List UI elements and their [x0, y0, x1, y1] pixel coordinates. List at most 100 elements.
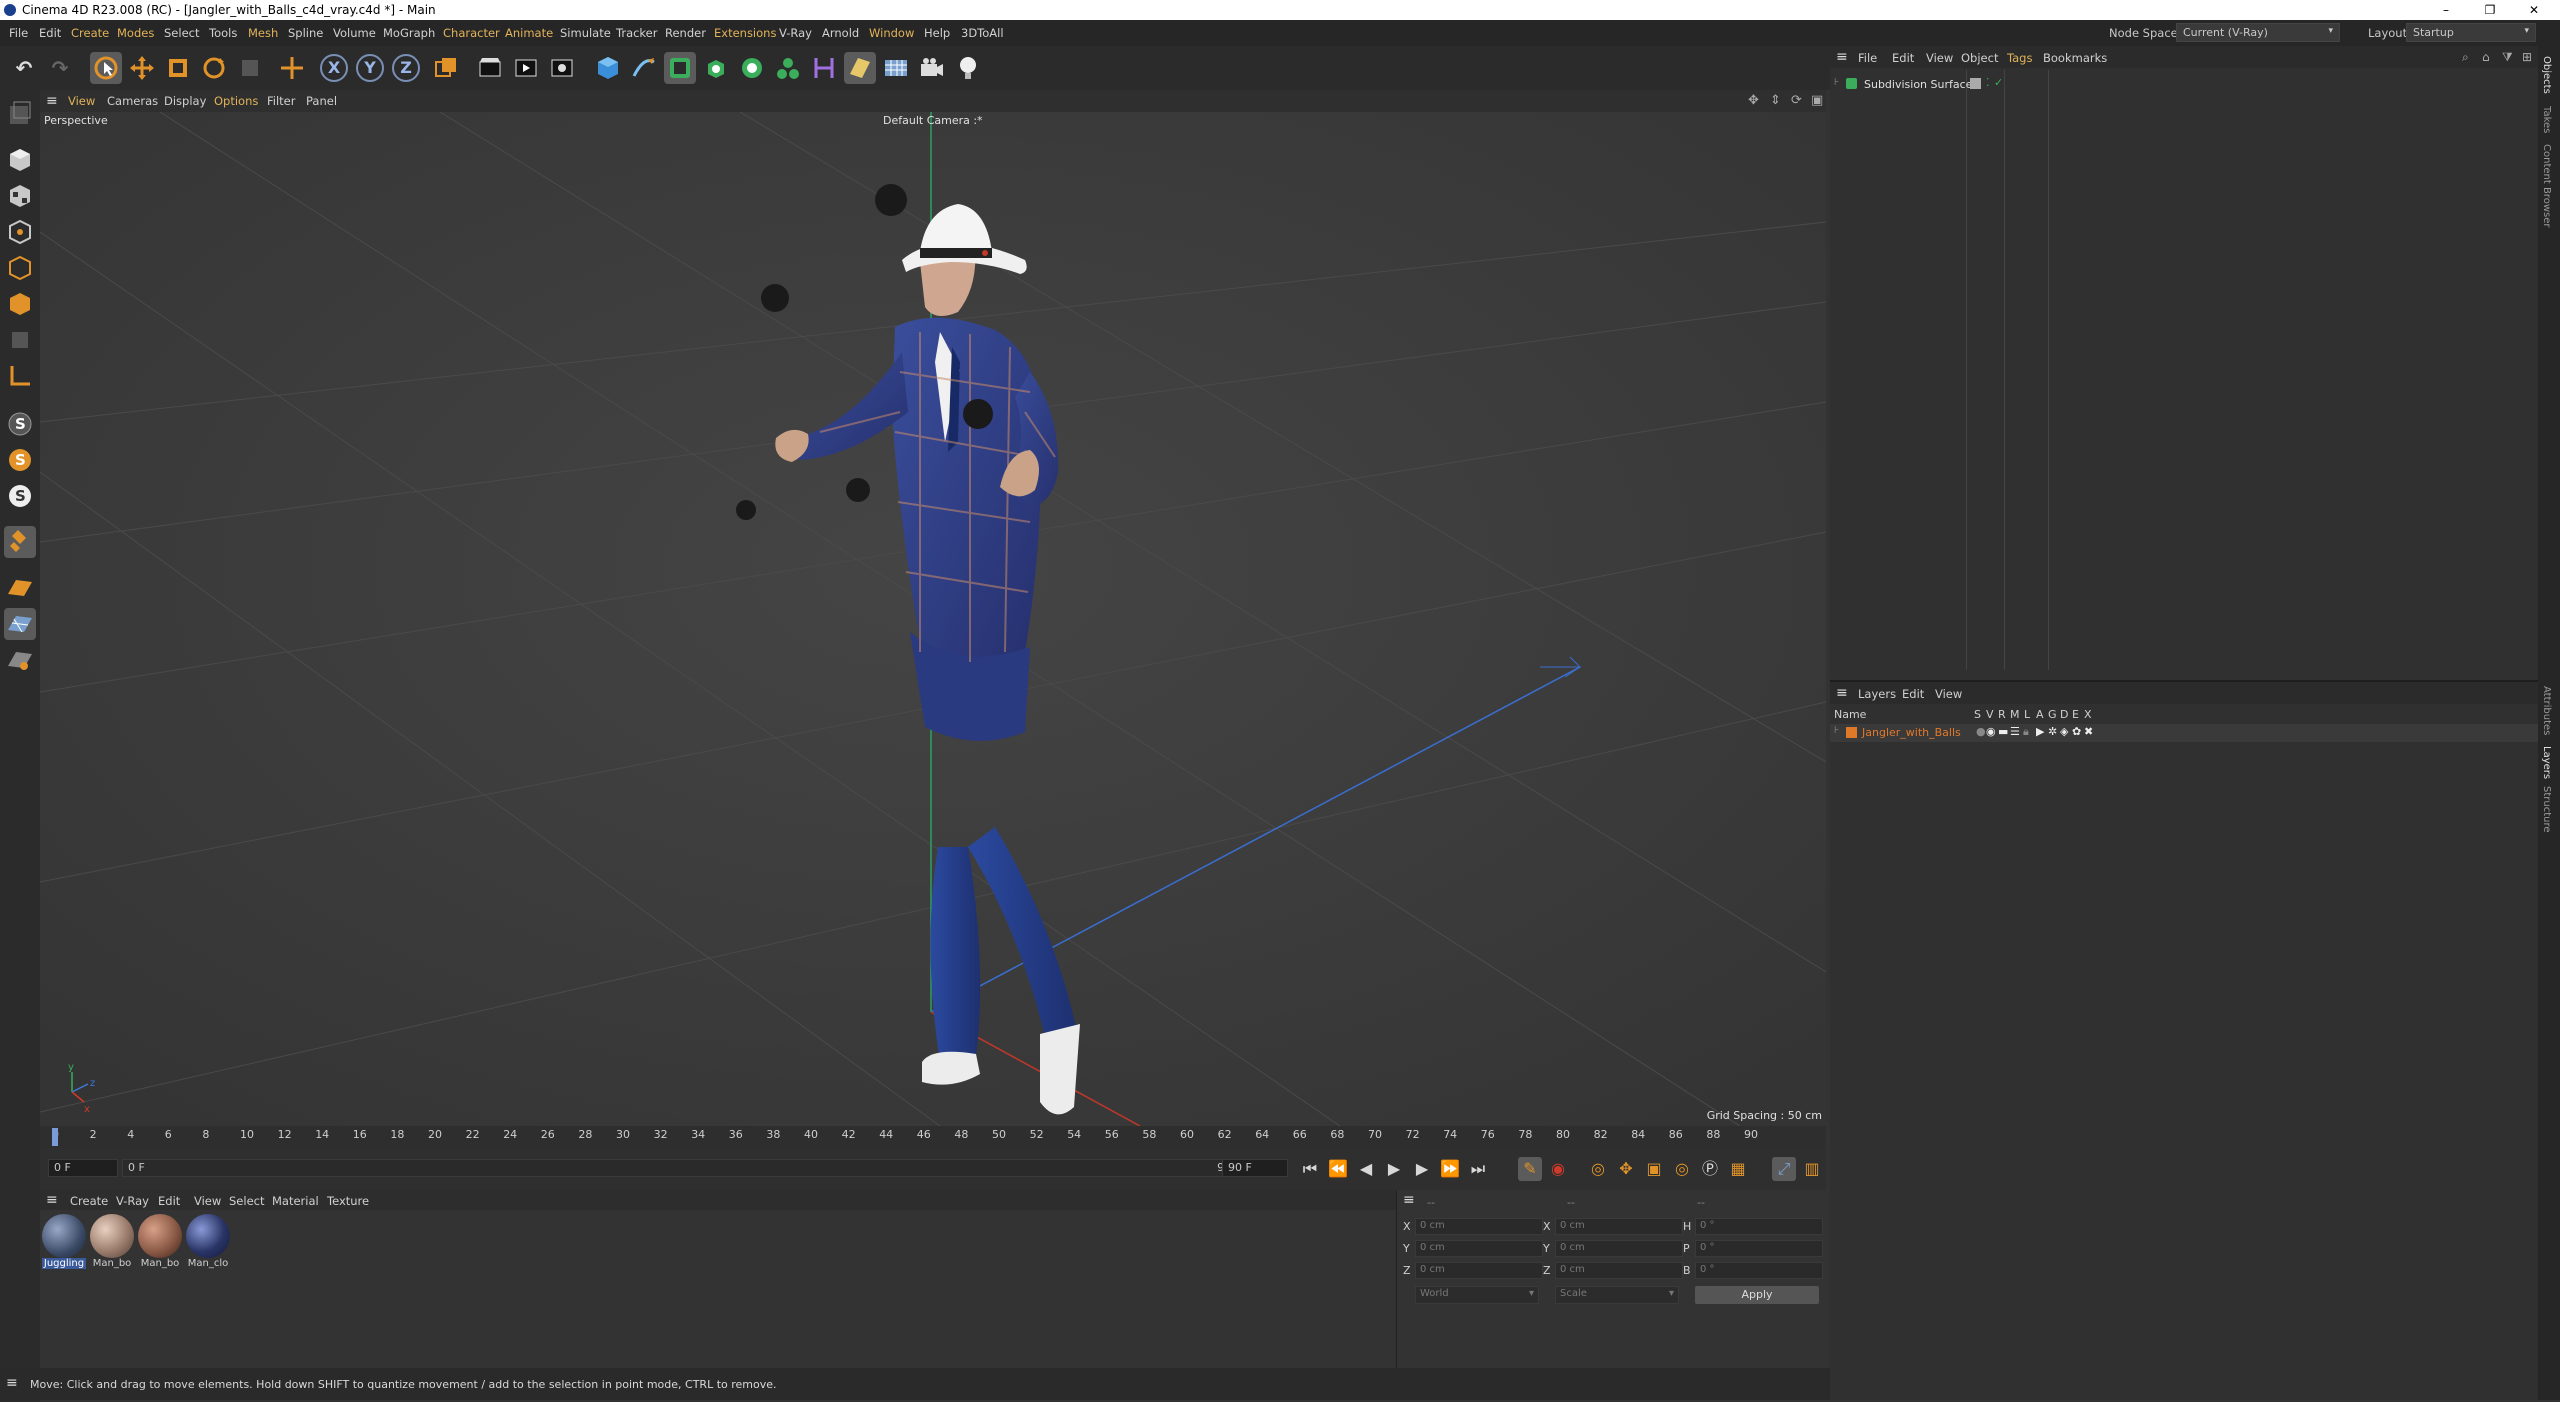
new-window-icon[interactable]: ⊞: [2522, 50, 2532, 64]
restore-button[interactable]: ❐: [2468, 0, 2512, 20]
go-to-end-icon[interactable]: ⏭: [1466, 1157, 1490, 1181]
next-frame-icon[interactable]: ▶: [1410, 1157, 1434, 1181]
deformers-icon[interactable]: ◈: [2060, 725, 2068, 738]
extrude-button[interactable]: [700, 52, 732, 84]
layer-toggle-icon[interactable]: [1970, 78, 1981, 89]
rot-h-field[interactable]: 0 °: [1695, 1218, 1823, 1235]
viewport-menu-panel[interactable]: Panel: [306, 94, 337, 108]
material-swatch[interactable]: Man_bo: [138, 1214, 182, 1274]
object-menu-edit[interactable]: Edit: [1892, 51, 1914, 65]
search-icon[interactable]: ⌕: [2462, 50, 2469, 65]
close-button[interactable]: ✕: [2512, 0, 2556, 20]
light-button[interactable]: [952, 52, 984, 84]
go-to-start-icon[interactable]: ⏮: [1298, 1157, 1322, 1181]
node-space-dropdown[interactable]: Current (V-Ray) ▾: [2176, 23, 2340, 42]
parameter-track-icon[interactable]: Ⓟ: [1698, 1157, 1722, 1181]
scale-tool-button[interactable]: [162, 52, 194, 84]
xrefs-icon[interactable]: ✖: [2084, 725, 2093, 738]
previous-frame-icon[interactable]: ◀: [1354, 1157, 1378, 1181]
play-icon[interactable]: ▶: [1382, 1157, 1406, 1181]
subdivision-surface-button[interactable]: [664, 52, 696, 84]
menu-character[interactable]: Character: [443, 26, 500, 40]
tab-layers[interactable]: Layers: [2541, 746, 2552, 779]
object-menu-bookmarks[interactable]: Bookmarks: [2043, 51, 2107, 65]
menu-mograph[interactable]: MoGraph: [383, 26, 435, 40]
make-editable-button[interactable]: [4, 98, 36, 130]
undo-button[interactable]: ↶: [8, 52, 40, 84]
menu-file[interactable]: File: [9, 26, 28, 40]
size-x-field[interactable]: 0 cm: [1555, 1218, 1683, 1235]
snap-workplane-button[interactable]: S: [4, 480, 36, 512]
layer-menu-edit[interactable]: Edit: [1902, 687, 1924, 701]
model-mode-button[interactable]: [4, 144, 36, 176]
pan-view-icon[interactable]: ✥: [1748, 93, 1759, 108]
points-mode-button[interactable]: [4, 216, 36, 248]
menu-3dtoall[interactable]: 3DToAll: [961, 26, 1004, 40]
edges-mode-button[interactable]: [4, 252, 36, 284]
cube-object-button[interactable]: [592, 52, 624, 84]
tab-objects[interactable]: Objects: [2541, 56, 2552, 94]
floor-button[interactable]: [844, 52, 876, 84]
hamburger-menu-icon[interactable]: ≡: [1403, 1192, 1415, 1208]
minimize-button[interactable]: –: [2424, 0, 2468, 20]
material-swatch[interactable]: Man_clo: [186, 1214, 230, 1274]
size-z-field[interactable]: 0 cm: [1555, 1262, 1683, 1279]
menu-modes[interactable]: Modes: [117, 26, 154, 40]
tab-content-browser[interactable]: Content Browser: [2541, 144, 2552, 227]
layer-menu-view[interactable]: View: [1935, 687, 1962, 701]
mograph-cloner-button[interactable]: [736, 52, 768, 84]
render-settings-button[interactable]: [546, 52, 578, 84]
polygons-mode-button[interactable]: [4, 288, 36, 320]
menu-spline[interactable]: Spline: [288, 26, 323, 40]
menu-vray[interactable]: V-Ray: [779, 26, 812, 40]
render-view-button[interactable]: [510, 52, 542, 84]
object-row[interactable]: ⊦ Subdivision Surface ⁚ ✓: [1830, 76, 2538, 94]
x-axis-lock-button[interactable]: X: [320, 54, 348, 82]
material-menu-create[interactable]: Create: [70, 1194, 108, 1208]
animation-icon[interactable]: ▶: [2036, 725, 2044, 738]
menu-extensions[interactable]: Extensions: [714, 26, 776, 40]
layout-dropdown[interactable]: Startup ▾: [2406, 23, 2536, 42]
current-frame-field[interactable]: 0 F: [48, 1159, 118, 1177]
live-selection-button[interactable]: [90, 52, 122, 84]
apply-button[interactable]: Apply: [1695, 1286, 1819, 1304]
render-region-button[interactable]: [474, 52, 506, 84]
menu-tools[interactable]: Tools: [209, 26, 237, 40]
tab-attributes[interactable]: Attributes: [2541, 686, 2552, 735]
rot-p-field[interactable]: 0 °: [1695, 1240, 1823, 1257]
environment-button[interactable]: [880, 52, 912, 84]
menu-volume[interactable]: Volume: [333, 26, 376, 40]
hamburger-menu-icon[interactable]: ≡: [46, 1192, 58, 1208]
menu-create[interactable]: Create: [71, 26, 109, 40]
material-menu-texture[interactable]: Texture: [327, 1194, 369, 1208]
snap-settings-button[interactable]: S: [4, 444, 36, 476]
hamburger-menu-icon[interactable]: ≡: [46, 93, 58, 109]
object-menu-tags[interactable]: Tags: [2007, 51, 2032, 65]
expressions-icon[interactable]: ✿: [2072, 725, 2081, 738]
array-button[interactable]: [772, 52, 804, 84]
coordinate-system-button[interactable]: [430, 52, 462, 84]
coordinate-space-dropdown[interactable]: World ▾: [1415, 1286, 1539, 1304]
snap-button[interactable]: S: [4, 408, 36, 440]
visibility-dots-icon[interactable]: ⁚: [1986, 76, 1990, 89]
rotation-track-icon[interactable]: ◎: [1670, 1157, 1694, 1181]
visible-eye-icon[interactable]: ◉: [1986, 725, 1996, 738]
viewport-menu-options[interactable]: Options: [214, 94, 258, 108]
zoom-view-icon[interactable]: ⇕: [1770, 93, 1781, 108]
menu-arnold[interactable]: Arnold: [822, 26, 859, 40]
hamburger-menu-icon[interactable]: ≡: [1836, 49, 1848, 65]
viewport-menu-display[interactable]: Display: [164, 94, 206, 108]
uv-mode-button[interactable]: [4, 324, 36, 356]
record-keys-icon[interactable]: ✎: [1518, 1157, 1542, 1181]
enabled-check-icon[interactable]: ✓: [1994, 76, 2003, 89]
previous-keyframe-icon[interactable]: ⏪: [1326, 1157, 1350, 1181]
generators-icon[interactable]: ✲: [2048, 725, 2057, 738]
viewport-camera-label[interactable]: Default Camera :*: [883, 114, 983, 127]
filter-icon[interactable]: ⧩: [2502, 50, 2513, 65]
menu-tracker[interactable]: Tracker: [616, 26, 658, 40]
recent-tool-button[interactable]: [234, 52, 266, 84]
texture-mode-button[interactable]: [4, 180, 36, 212]
move-tool-button[interactable]: [126, 52, 158, 84]
rot-b-field[interactable]: 0 °: [1695, 1262, 1823, 1279]
pos-x-field[interactable]: 0 cm: [1415, 1218, 1543, 1235]
